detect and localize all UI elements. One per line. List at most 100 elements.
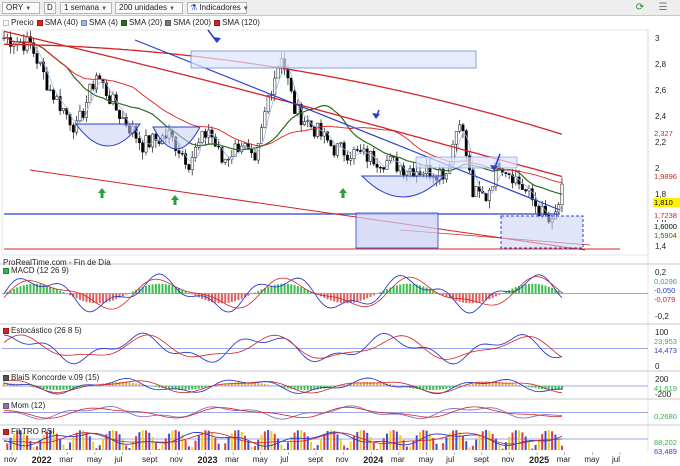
- histogram-bar: [234, 293, 237, 302]
- rsi-filter-bar: [395, 431, 398, 450]
- histogram-bar: [349, 293, 352, 304]
- candle-body: [121, 117, 125, 119]
- rsi-filter-bar: [55, 433, 58, 450]
- rsi-filter-bar: [455, 430, 458, 450]
- price-tick-label: 2,8: [655, 59, 667, 69]
- green-up-arrow: [171, 195, 179, 205]
- x-axis-month-label: mar: [59, 455, 74, 464]
- histogram-bar: [184, 386, 187, 390]
- pane-value-tag: 63,489: [654, 447, 677, 456]
- rsi-filter-bar: [191, 447, 194, 450]
- rsi-filter-bar: [280, 444, 283, 450]
- pane-title: BlaiS Koncorde v.09 (15): [3, 373, 99, 383]
- histogram-bar: [260, 383, 263, 386]
- histogram-bar: [277, 386, 280, 387]
- pane-tick-label: -0,2: [655, 312, 669, 321]
- price-tick-label: 2,2: [655, 137, 667, 147]
- candle-body: [349, 158, 353, 161]
- candle-body: [88, 83, 92, 103]
- candle-body: [187, 164, 191, 170]
- x-axis-year-label: 2024: [363, 455, 384, 465]
- rsi-filter-bar: [296, 430, 299, 450]
- rsi-filter-bar: [485, 430, 488, 450]
- rsi-filter-bar: [422, 430, 425, 450]
- pane-tick-label: 0,2: [655, 268, 667, 277]
- rsi-filter-bar: [164, 438, 167, 450]
- rsi-filter-bar: [435, 443, 438, 450]
- histogram-bar: [207, 293, 210, 302]
- histogram-bar: [395, 385, 398, 386]
- candle-body: [454, 131, 458, 145]
- rsi-filter-bar: [481, 431, 484, 450]
- rsi-filter-bar: [362, 430, 365, 450]
- candle-body: [118, 110, 122, 119]
- histogram-bar: [158, 283, 161, 294]
- histogram-bar: [49, 386, 52, 390]
- histogram-bar: [65, 386, 68, 390]
- candle-body: [190, 157, 194, 170]
- candle-body: [487, 190, 491, 201]
- candle-body: [375, 163, 379, 168]
- histogram-bar: [19, 286, 22, 294]
- candle-body: [332, 145, 336, 156]
- histogram-bar: [12, 288, 15, 294]
- histogram-bar: [419, 285, 422, 294]
- mid-box: [415, 156, 518, 169]
- candle-body: [365, 148, 369, 162]
- histogram-bar: [237, 382, 240, 386]
- histogram-bar: [168, 284, 171, 294]
- histogram-bar: [138, 383, 141, 386]
- rsi-filter-bar: [452, 430, 455, 450]
- histogram-bar: [359, 293, 362, 301]
- candle-body: [520, 183, 524, 190]
- pane-title-label: FILTRO RSI: [11, 427, 55, 436]
- histogram-bar: [45, 386, 48, 390]
- histogram-bar: [237, 293, 240, 301]
- rsi-filter-bar: [234, 430, 237, 450]
- price-tick-label: 2,4: [655, 111, 667, 121]
- chart-canvas[interactable]: [0, 0, 680, 466]
- histogram-bar: [296, 386, 299, 390]
- histogram-bar: [62, 386, 65, 390]
- cup-pattern-2: [152, 126, 201, 150]
- rsi-filter-bar: [36, 446, 39, 450]
- rsi-filter-bar: [478, 434, 481, 450]
- rsi-filter-bar: [518, 430, 521, 450]
- candle-body: [355, 149, 359, 151]
- rsi-filter-bar: [286, 442, 289, 450]
- rsi-filter-bar: [138, 432, 141, 450]
- rsi-filter-bar: [197, 435, 200, 450]
- candle-body: [203, 131, 207, 138]
- rsi-filter-bar: [359, 430, 362, 450]
- rsi-filter-bar: [267, 430, 270, 450]
- histogram-bar: [191, 293, 194, 295]
- candle-body: [293, 90, 297, 114]
- histogram-bar: [224, 293, 227, 304]
- x-axis-month-label: nov: [169, 455, 183, 464]
- histogram-bar: [154, 283, 157, 294]
- histogram-bar: [531, 283, 534, 294]
- rsi-filter-bar: [561, 445, 563, 450]
- histogram-bar: [121, 293, 124, 297]
- histogram-bar: [458, 293, 461, 302]
- x-axis-month-label: may: [418, 455, 434, 464]
- histogram-bar: [445, 386, 448, 389]
- candle-body: [329, 140, 333, 146]
- histogram-bar: [154, 386, 157, 387]
- histogram-bar: [267, 286, 270, 294]
- price-tick-label: 1,4: [655, 241, 667, 251]
- rsi-filter-bar: [461, 435, 464, 450]
- histogram-bar: [201, 386, 204, 389]
- histogram-bar: [379, 382, 382, 386]
- histogram-bar: [42, 386, 45, 390]
- pane-swatch: [3, 268, 9, 274]
- histogram-bar: [537, 284, 540, 294]
- rsi-filter-bar: [69, 442, 72, 450]
- rsi-filter-bar: [382, 438, 385, 450]
- rsi-filter-bar: [125, 445, 128, 450]
- histogram-bar: [131, 382, 134, 386]
- histogram-bar: [547, 286, 550, 294]
- x-axis-month-label: nov: [335, 455, 349, 464]
- histogram-bar: [362, 293, 365, 300]
- candle-body: [243, 143, 247, 147]
